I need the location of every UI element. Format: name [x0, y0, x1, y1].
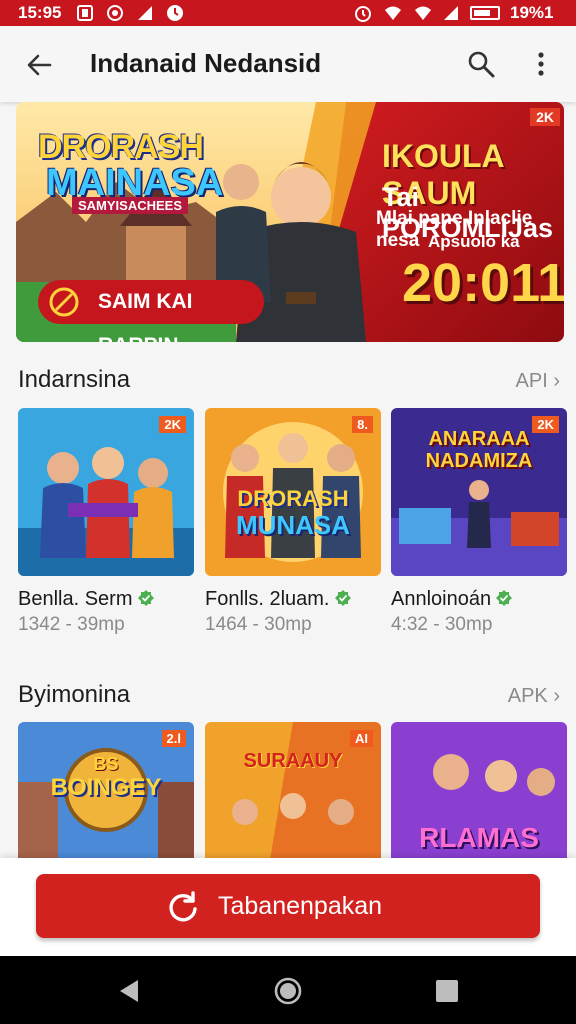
app-card[interactable]: ANARAAA NADAMIZA 2K Annloinoán 4:32 - 30…: [391, 408, 567, 635]
nav-recents-icon[interactable]: [432, 976, 462, 1006]
thumbnail-title-2: MUNASA: [235, 510, 351, 540]
verified-icon: [137, 590, 154, 606]
app-bar: Indanaid Nedansid: [0, 26, 576, 102]
battery-text: 19%1: [510, 3, 554, 22]
primary-action-button[interactable]: Tabanenpakan: [36, 874, 540, 938]
promo-banner[interactable]: DRORASH MAINASA SAMYISACHEES SAIM KAI RA…: [16, 102, 564, 342]
section-more-link[interactable]: APK ›: [508, 685, 560, 708]
card-badge: 2K: [532, 416, 559, 433]
app-thumbnail: ANARAAA NADAMIZA 2K: [391, 408, 567, 576]
no-entry-icon: [49, 287, 79, 317]
clock-icon: [167, 5, 183, 21]
verified-icon: [496, 590, 513, 606]
card-badge: 2K: [159, 416, 186, 433]
card-title-text: Fonlls. 2luam.: [205, 588, 330, 610]
nav-home-icon[interactable]: [273, 976, 303, 1006]
search-icon[interactable]: [466, 49, 496, 79]
cell-bars-icon: [444, 6, 458, 20]
thumbnail-title-1: DRORASH: [237, 486, 349, 511]
nav-back-icon[interactable]: [114, 976, 144, 1006]
app-card[interactable]: DRORASH MUNASA 8. Fonlls. 2luam. 1464 - …: [205, 408, 381, 635]
primary-action-label: Tabanenpakan: [218, 892, 383, 920]
banner-cta-button[interactable]: SAIM KAI RARPIN: [38, 280, 264, 342]
thumbnail-title-1: RLAMAS: [419, 822, 539, 853]
app-thumbnail: 2K: [18, 408, 194, 576]
signal-icon: [138, 6, 152, 20]
bottom-action-bar: Tabanenpakan: [0, 858, 576, 956]
battery-icon: [470, 6, 500, 20]
alarm-icon: [355, 6, 371, 22]
section-title: Byimonina: [18, 681, 131, 708]
card-meta: 1342 - 39mp: [18, 614, 125, 635]
card-meta: 1464 - 30mp: [205, 614, 312, 635]
status-time: 15:95: [18, 3, 62, 22]
app-title: Indanaid Nedansid: [90, 48, 322, 78]
chevron-right-icon: ›: [553, 685, 560, 707]
section-more-label: API: [515, 370, 548, 392]
verified-icon: [334, 590, 351, 606]
banner-right-number: 20:011: [402, 253, 564, 313]
app-thumbnail: DRORASH MUNASA 8.: [205, 408, 381, 576]
notification-icon: [77, 5, 93, 21]
data-icon: [107, 5, 123, 21]
card-badge: 8.: [352, 416, 373, 433]
back-arrow-icon[interactable]: [24, 50, 54, 80]
card-title-text: Annloinoán: [391, 588, 492, 610]
system-nav-bar: [0, 956, 576, 1024]
card-title: Fonlls. 2luam.: [205, 588, 352, 611]
card-title: Benlla. Serm: [18, 588, 155, 611]
thumbnail-title-1: SURAAUY: [243, 750, 343, 772]
section-more-label: APK: [507, 685, 548, 707]
section-more-link[interactable]: API ›: [516, 370, 560, 393]
chevron-right-icon: ›: [553, 370, 560, 392]
status-bar: 15:95 19%1: [0, 0, 576, 26]
cell-signal-icon: [415, 6, 431, 20]
thumbnail-title-1: BS: [93, 754, 119, 774]
thumbnail-art: [18, 408, 194, 576]
card-title-text: Benlla. Serm: [18, 588, 133, 610]
banner-cta-label: SAIM KAI RARPIN: [98, 290, 193, 342]
app-card[interactable]: 2K Benlla. Serm 1342 - 39mp: [18, 408, 194, 635]
card-title: Annloinoán: [391, 588, 513, 611]
banner-subtitle: SAMYISACHEES: [72, 197, 189, 214]
card-meta: 4:32 - 30mp: [391, 614, 493, 635]
refresh-icon: [169, 891, 197, 922]
card-badge: AI: [350, 730, 373, 747]
wifi-icon: [385, 6, 401, 20]
thumbnail-title-2: NADAMIZA: [425, 450, 533, 472]
more-vert-icon[interactable]: [528, 49, 554, 79]
section-title: Indarnsina: [18, 366, 131, 393]
banner-badge: 2K: [530, 108, 560, 126]
banner-right-line-4: Apsuolo ka: [428, 232, 520, 251]
card-badge: 2.l: [161, 730, 186, 747]
thumbnail-title-2: BOINGEY: [50, 774, 162, 801]
